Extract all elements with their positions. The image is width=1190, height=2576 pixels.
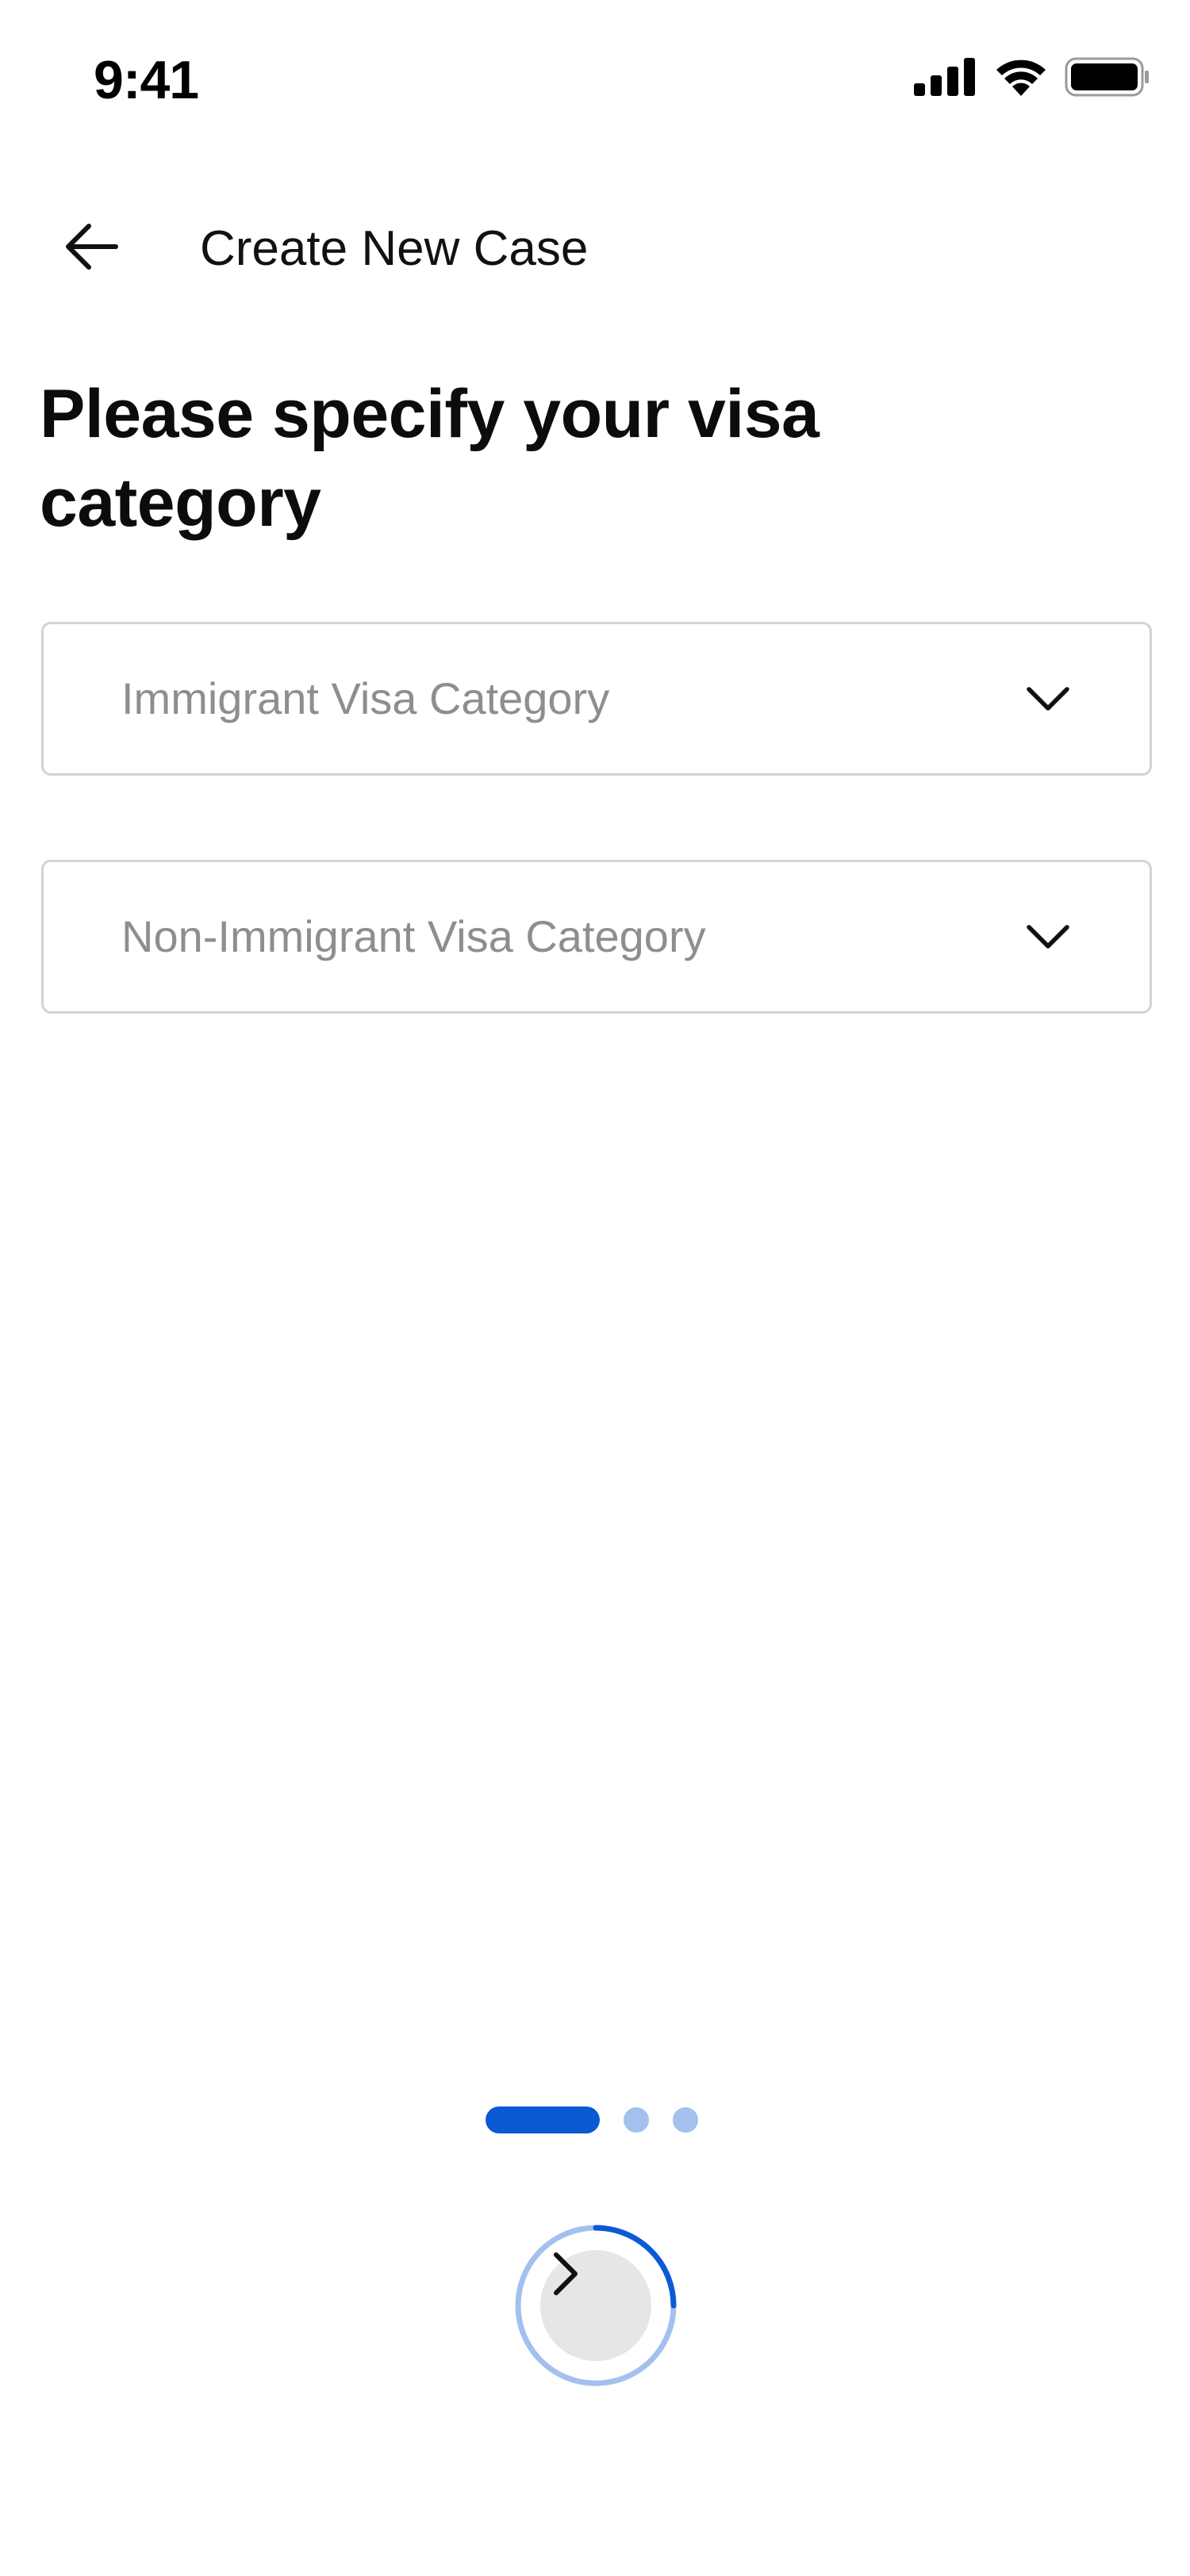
chevron-down-icon	[1026, 677, 1070, 721]
next-button-inner	[540, 2250, 651, 2361]
visa-category-heading: Please specify your visa category	[40, 376, 820, 541]
non-immigrant-visa-category-select[interactable]: Non-Immigrant Visa Category	[41, 860, 1152, 1014]
status-icons	[914, 57, 1150, 101]
step-indicator-dot	[624, 2107, 649, 2133]
next-button[interactable]	[511, 2221, 681, 2390]
immigrant-visa-category-placeholder: Immigrant Visa Category	[121, 673, 610, 723]
step-indicator-active	[486, 2106, 600, 2133]
app-header: Create New Case	[0, 198, 1190, 293]
page-title: Create New Case	[200, 221, 589, 276]
wifi-icon	[995, 58, 1047, 100]
step-indicator	[486, 2106, 698, 2133]
status-bar: 9:41	[0, 0, 1190, 159]
screen: 9:41 Create New Case Please specify your…	[0, 0, 1190, 2576]
back-button[interactable]	[57, 214, 125, 282]
status-time: 9:41	[94, 50, 199, 110]
immigrant-visa-category-select[interactable]: Immigrant Visa Category	[41, 622, 1152, 776]
battery-icon	[1065, 57, 1150, 101]
arrow-left-icon	[63, 222, 119, 275]
step-indicator-dot	[673, 2107, 698, 2133]
cellular-signal-icon	[914, 58, 977, 100]
chevron-down-icon	[1026, 914, 1070, 959]
non-immigrant-visa-category-placeholder: Non-Immigrant Visa Category	[121, 911, 706, 961]
